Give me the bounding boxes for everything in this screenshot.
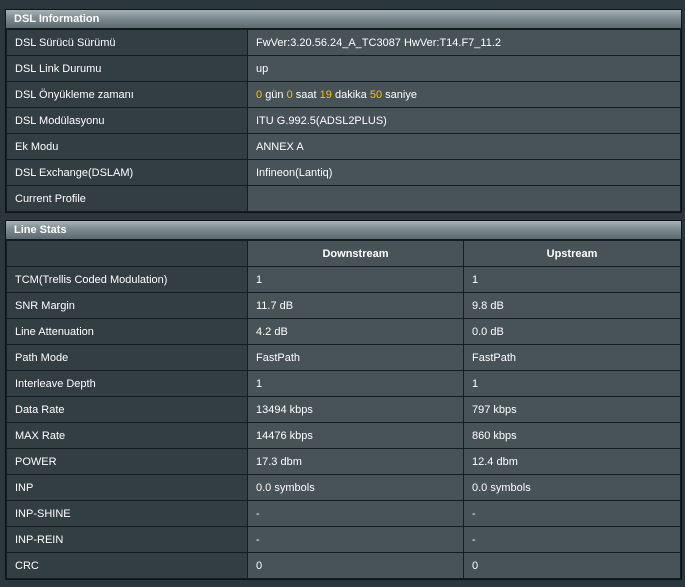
stat-downstream-value: 14476 kbps bbox=[247, 422, 464, 449]
stat-upstream-value: 797 kbps bbox=[463, 396, 681, 423]
stat-downstream-value: 13494 kbps bbox=[247, 396, 464, 423]
table-row: Ek Modu ANNEX A bbox=[6, 133, 681, 160]
table-row: MAX Rate 14476 kbps 860 kbps bbox=[6, 422, 681, 449]
table-row: SNR Margin 11.7 dB 9.8 dB bbox=[6, 292, 681, 319]
stat-label: INP bbox=[6, 474, 248, 501]
stat-upstream-value: 1 bbox=[463, 266, 681, 293]
uptime-minutes-unit: dakika bbox=[334, 88, 367, 101]
table-row: DSL Modülasyonu ITU G.992.5(ADSL2PLUS) bbox=[6, 107, 681, 134]
stat-label: TCM(Trellis Coded Modulation) bbox=[6, 266, 248, 293]
uptime-days-unit: gün bbox=[265, 88, 284, 101]
link-status-label: DSL Link Durumu bbox=[6, 55, 248, 82]
table-row: INP-SHINE - - bbox=[6, 500, 681, 527]
table-row: POWER 17.3 dbm 12.4 dbm bbox=[6, 448, 681, 475]
stat-downstream-value: 1 bbox=[247, 370, 464, 397]
table-row: DSL Link Durumu up bbox=[6, 55, 681, 82]
stat-upstream-value: - bbox=[463, 526, 681, 553]
stat-upstream-value: 0.0 symbols bbox=[463, 474, 681, 501]
line-stats-table: Downstream Upstream TCM(Trellis Coded Mo… bbox=[6, 240, 681, 579]
table-row: Data Rate 13494 kbps 797 kbps bbox=[6, 396, 681, 423]
uptime-value: 0 gün 0 saat 19 dakika 50 saniye bbox=[247, 81, 681, 108]
table-row: TCM(Trellis Coded Modulation) 1 1 bbox=[6, 266, 681, 293]
table-row: CRC 0 0 bbox=[6, 552, 681, 579]
line-stats-header-row: Downstream Upstream bbox=[6, 240, 681, 267]
dsl-information-table: DSL Sürücü Sürümü FwVer:3.20.56.24_A_TC3… bbox=[6, 29, 681, 212]
table-row: DSL Önyükleme zamanı 0 gün 0 saat 19 dak… bbox=[6, 81, 681, 108]
annex-mode-label: Ek Modu bbox=[6, 133, 248, 160]
stat-downstream-value: 17.3 dbm bbox=[247, 448, 464, 475]
table-row: INP-REIN - - bbox=[6, 526, 681, 553]
uptime-seconds-unit: saniye bbox=[385, 88, 417, 101]
uptime-minutes: 19 bbox=[319, 88, 332, 101]
uptime-seconds: 50 bbox=[369, 88, 383, 101]
table-row: Interleave Depth 1 1 bbox=[6, 370, 681, 397]
table-row: INP 0.0 symbols 0.0 symbols bbox=[6, 474, 681, 501]
stat-downstream-value: 0.0 symbols bbox=[247, 474, 464, 501]
line-stats-title: Line Stats bbox=[6, 221, 681, 240]
stat-upstream-value: 0 bbox=[463, 552, 681, 579]
stat-upstream-value: - bbox=[463, 500, 681, 527]
dslam-label: DSL Exchange(DSLAM) bbox=[6, 159, 248, 186]
modulation-label: DSL Modülasyonu bbox=[6, 107, 248, 134]
stat-label: MAX Rate bbox=[6, 422, 248, 449]
stat-label: SNR Margin bbox=[6, 292, 248, 319]
downstream-header: Downstream bbox=[247, 240, 464, 267]
table-row: Path Mode FastPath FastPath bbox=[6, 344, 681, 371]
uptime-days: 0 bbox=[256, 88, 263, 101]
stat-label: Interleave Depth bbox=[6, 370, 248, 397]
stat-label: Data Rate bbox=[6, 396, 248, 423]
stat-upstream-value: FastPath bbox=[463, 344, 681, 371]
dslam-value: Infineon(Lantiq) bbox=[247, 159, 681, 186]
stat-upstream-value: 0.0 dB bbox=[463, 318, 681, 345]
table-row: Current Profile bbox=[6, 185, 681, 212]
stat-downstream-value: - bbox=[247, 526, 464, 553]
stat-label: INP-REIN bbox=[6, 526, 248, 553]
stat-upstream-value: 1 bbox=[463, 370, 681, 397]
dsl-information-panel: DSL Information DSL Sürücü Sürümü FwVer:… bbox=[5, 9, 682, 213]
stat-label: POWER bbox=[6, 448, 248, 475]
dsl-information-title: DSL Information bbox=[6, 10, 681, 29]
uptime-label: DSL Önyükleme zamanı bbox=[6, 81, 248, 108]
dsl-log-page: DSL Information DSL Sürücü Sürümü FwVer:… bbox=[0, 0, 685, 587]
stat-downstream-value: 11.7 dB bbox=[247, 292, 464, 319]
current-profile-value bbox=[247, 185, 681, 212]
stat-downstream-value: 0 bbox=[247, 552, 464, 579]
uptime-hours: 0 bbox=[286, 88, 293, 101]
stat-downstream-value: 4.2 dB bbox=[247, 318, 464, 345]
link-status-value: up bbox=[247, 55, 681, 82]
stat-downstream-value: 1 bbox=[247, 266, 464, 293]
stat-downstream-value: - bbox=[247, 500, 464, 527]
upstream-header: Upstream bbox=[463, 240, 681, 267]
stat-downstream-value: FastPath bbox=[247, 344, 464, 371]
table-row: DSL Sürücü Sürümü FwVer:3.20.56.24_A_TC3… bbox=[6, 29, 681, 56]
stat-label: Line Attenuation bbox=[6, 318, 248, 345]
uptime-hours-unit: saat bbox=[295, 88, 317, 101]
driver-version-value: FwVer:3.20.56.24_A_TC3087 HwVer:T14.F7_1… bbox=[247, 29, 681, 56]
stat-upstream-value: 860 kbps bbox=[463, 422, 681, 449]
stat-label: INP-SHINE bbox=[6, 500, 248, 527]
current-profile-label: Current Profile bbox=[6, 185, 248, 212]
stat-label: CRC bbox=[6, 552, 248, 579]
driver-version-label: DSL Sürücü Sürümü bbox=[6, 29, 248, 56]
header-blank-cell bbox=[6, 240, 248, 267]
annex-mode-value: ANNEX A bbox=[247, 133, 681, 160]
line-stats-panel: Line Stats Downstream Upstream TCM(Trell… bbox=[5, 220, 682, 580]
stat-upstream-value: 12.4 dbm bbox=[463, 448, 681, 475]
stat-upstream-value: 9.8 dB bbox=[463, 292, 681, 319]
table-row: DSL Exchange(DSLAM) Infineon(Lantiq) bbox=[6, 159, 681, 186]
table-row: Line Attenuation 4.2 dB 0.0 dB bbox=[6, 318, 681, 345]
stat-label: Path Mode bbox=[6, 344, 248, 371]
modulation-value: ITU G.992.5(ADSL2PLUS) bbox=[247, 107, 681, 134]
